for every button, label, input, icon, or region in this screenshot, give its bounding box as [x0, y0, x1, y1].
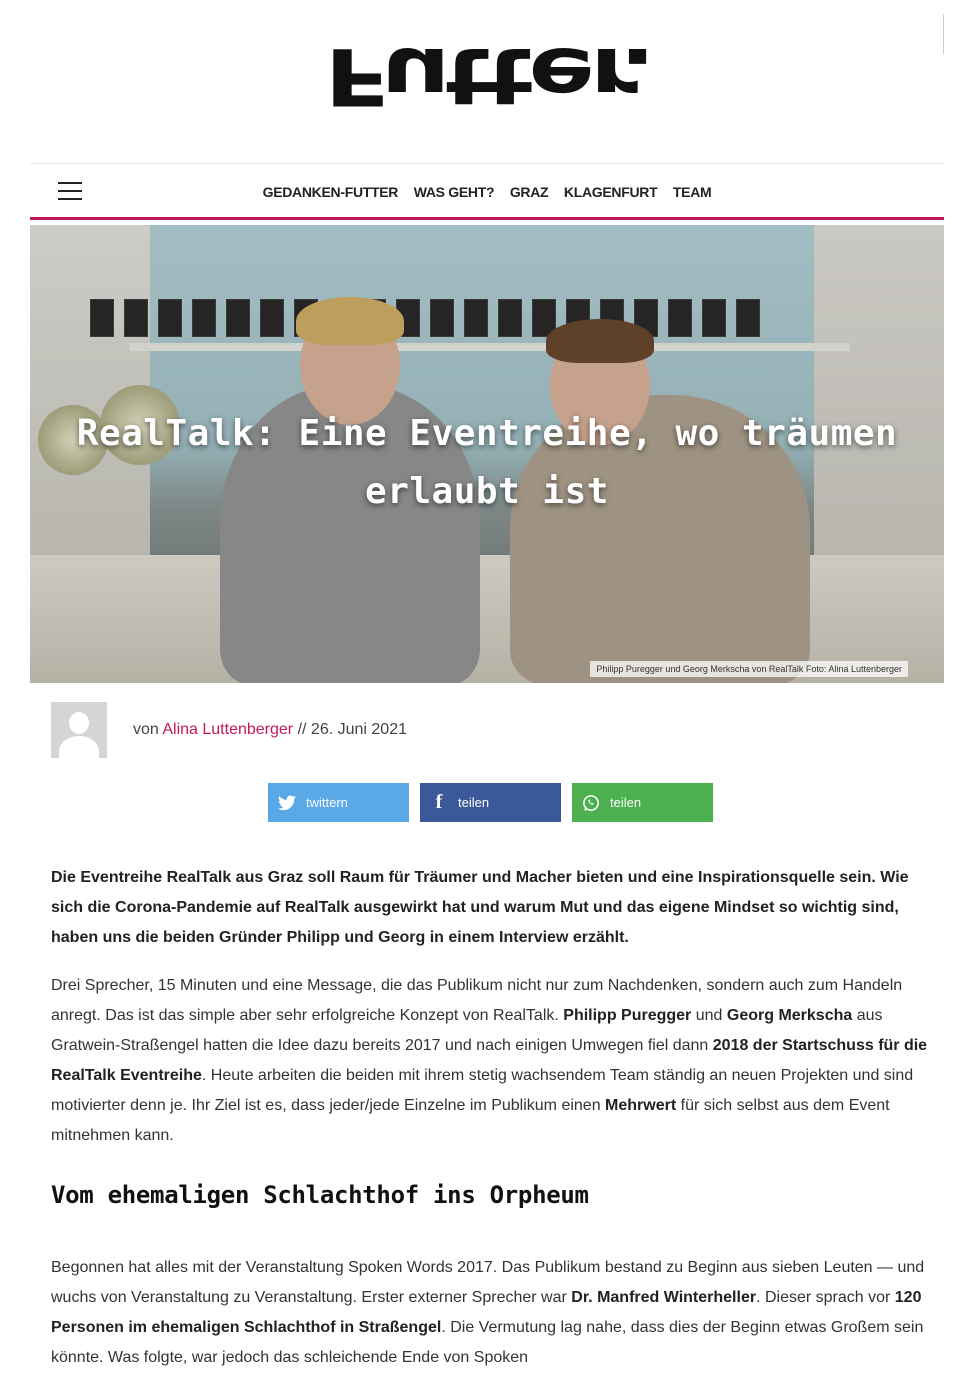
nav-item-klagenfurt[interactable]: KLAGENFURT: [564, 184, 658, 200]
image-caption: Philipp Puregger und Georg Merkscha von …: [590, 661, 908, 677]
text-segment: . Dieser sprach vor: [756, 1289, 895, 1306]
share-twitter-label: twittern: [306, 795, 348, 810]
share-whatsapp-button[interactable]: teilen: [572, 783, 713, 822]
site-header: Futter.: [0, 30, 976, 120]
nav-items: GEDANKEN-FUTTER WAS GEHT? GRAZ KLAGENFUR…: [30, 184, 944, 200]
article-title-line2: erlaubt ist: [365, 471, 609, 512]
bold-text: Georg Merkscha: [726, 1007, 853, 1024]
main-navigation: GEDANKEN-FUTTER WAS GEHT? GRAZ KLAGENFUR…: [30, 163, 944, 220]
share-facebook-button[interactable]: f teilen: [420, 783, 561, 822]
nav-item-gedanken-futter[interactable]: GEDANKEN-FUTTER: [263, 184, 399, 200]
whatsapp-icon: [582, 794, 600, 812]
site-logo[interactable]: Futter.: [325, 30, 652, 120]
share-whatsapp-label: teilen: [610, 795, 642, 810]
nav-item-was-geht[interactable]: WAS GEHT?: [414, 184, 495, 200]
article-paragraph-1: Drei Sprecher, 15 Minuten und eine Messa…: [51, 971, 931, 1151]
share-facebook-label: teilen: [458, 795, 490, 810]
text-segment: und: [691, 1007, 727, 1024]
author-block: von Alina Luttenberger // 26. Juni 2021: [51, 702, 931, 758]
avatar[interactable]: [51, 702, 107, 758]
hero-image: RealTalk: Eine Eventreihe, wo träumen er…: [30, 225, 944, 683]
publish-date: 26. Juni 2021: [310, 721, 407, 738]
byline: von Alina Luttenberger // 26. Juni 2021: [133, 721, 407, 739]
facebook-icon: f: [435, 791, 443, 813]
twitter-icon: [278, 794, 296, 812]
byline-prefix: von: [133, 721, 159, 738]
bold-text: Mehrwert: [605, 1097, 677, 1114]
article-paragraph-2: Begonnen hat alles mit der Veranstaltung…: [51, 1253, 931, 1373]
nav-item-graz[interactable]: GRAZ: [510, 184, 549, 200]
section-heading: Vom ehemaligen Schlachthof ins Orpheum: [51, 1181, 589, 1209]
nav-item-team[interactable]: TEAM: [673, 184, 712, 200]
byline-separator: //: [297, 721, 307, 738]
article-lead: Die Eventreihe RealTalk aus Graz soll Ra…: [51, 869, 909, 946]
article-title: RealTalk: Eine Eventreihe, wo träumen er…: [70, 405, 904, 521]
author-link[interactable]: Alina Luttenberger: [162, 721, 293, 738]
article-title-line1: RealTalk: Eine Eventreihe, wo träumen: [76, 413, 898, 454]
bold-text: Philipp Puregger: [563, 1007, 692, 1024]
bold-text: Dr. Manfred Winterheller: [571, 1289, 757, 1306]
share-twitter-button[interactable]: twittern: [268, 783, 409, 822]
